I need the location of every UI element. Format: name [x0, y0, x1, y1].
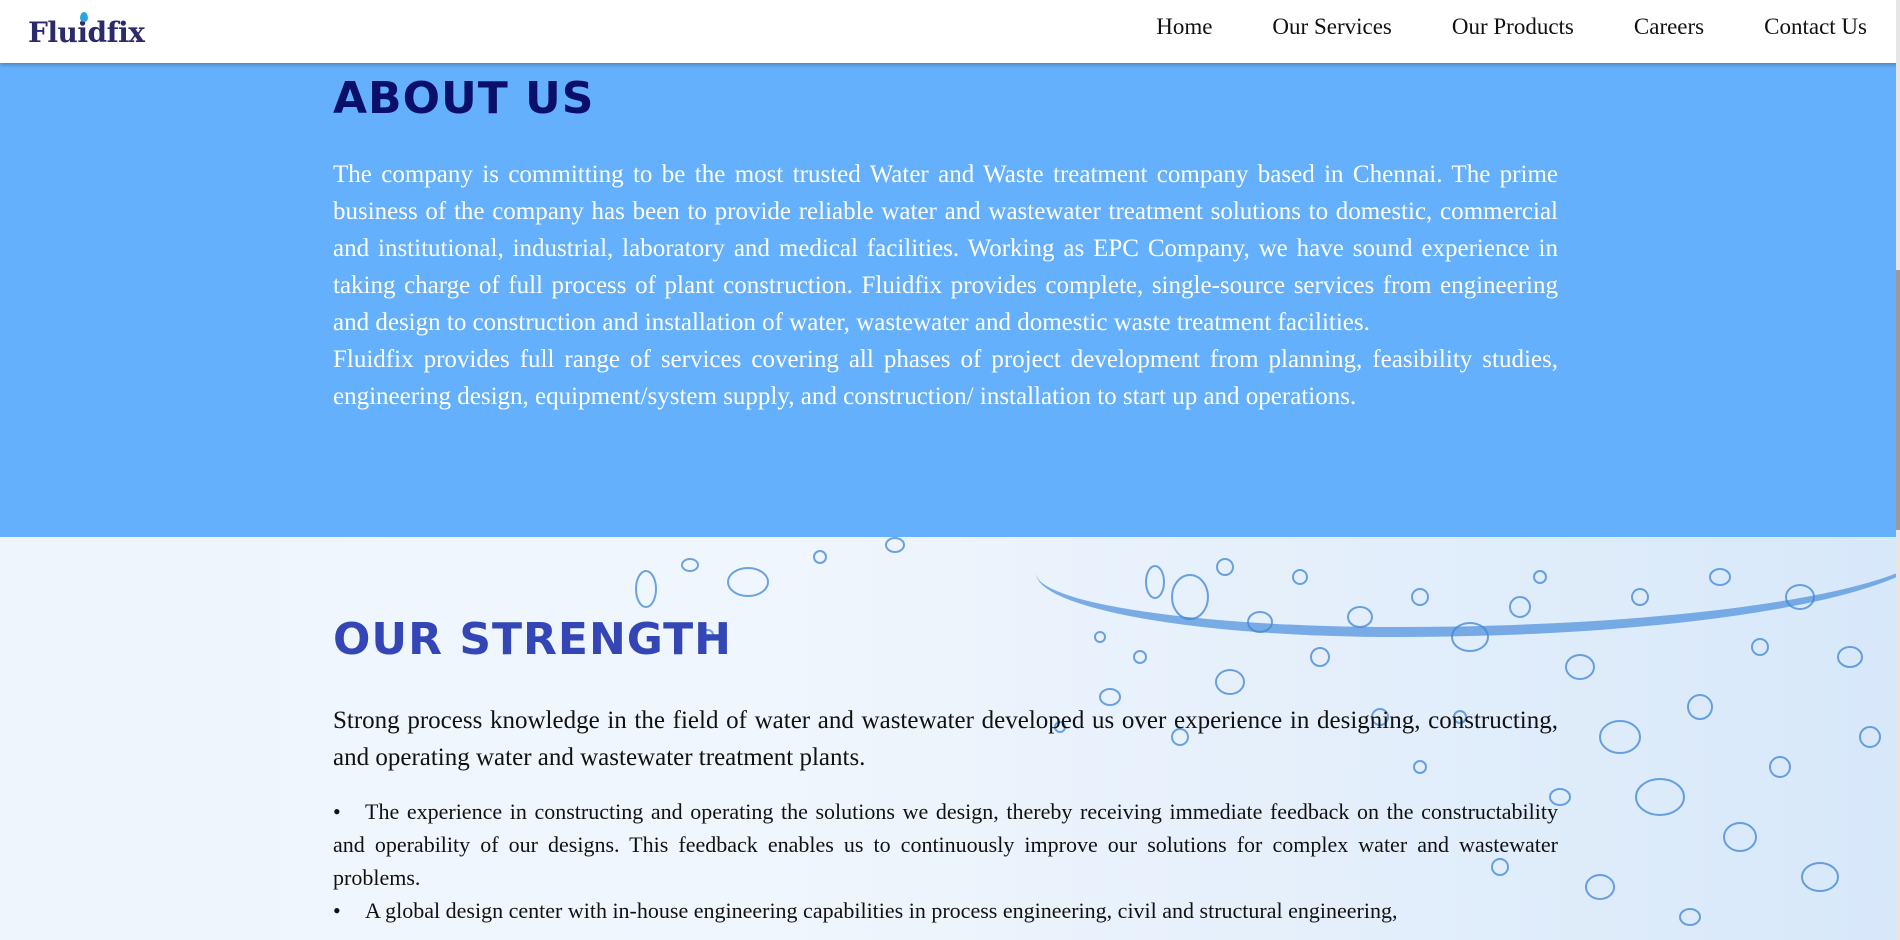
scrollbar-thumb[interactable]	[1896, 270, 1900, 530]
strength-bullet-1: The experience in constructing and opera…	[333, 799, 1558, 890]
about-paragraph-1: The company is committing to be the most…	[333, 161, 1558, 336]
page: Fluidfix Home Our Services Our Products …	[0, 0, 1900, 940]
strength-section: OUR STRENGTH Strong process knowledge in…	[0, 537, 1896, 940]
water-drop-icon	[80, 12, 88, 22]
list-item: • The experience in constructing and oper…	[333, 795, 1558, 894]
strength-list: • The experience in constructing and oper…	[333, 795, 1558, 927]
about-section: ABOUT US The company is committing to be…	[0, 63, 1896, 537]
bullet-icon: •	[333, 898, 341, 923]
about-paragraph-2: Fluidfix provides full range of services…	[333, 346, 1558, 410]
top-navbar: Fluidfix Home Our Services Our Products …	[0, 0, 1900, 63]
nav-careers[interactable]: Careers	[1634, 12, 1704, 42]
list-item: • A global design center with in-house en…	[333, 894, 1558, 927]
strength-title: OUR STRENGTH	[333, 614, 732, 665]
fluidfix-logo[interactable]: Fluidfix	[28, 12, 145, 49]
bullet-icon: •	[333, 799, 341, 824]
nav-our-products[interactable]: Our Products	[1452, 12, 1574, 42]
nav-home[interactable]: Home	[1156, 12, 1212, 42]
main-nav: Home Our Services Our Products Careers C…	[1096, 12, 1867, 42]
nav-our-services[interactable]: Our Services	[1272, 12, 1391, 42]
about-text: The company is committing to be the most…	[333, 156, 1558, 415]
about-title: ABOUT US	[333, 73, 595, 124]
strength-bullet-2: A global design center with in-house eng…	[365, 898, 1398, 923]
nav-contact-us[interactable]: Contact Us	[1764, 12, 1867, 42]
strength-intro: Strong process knowledge in the field of…	[333, 707, 1558, 771]
